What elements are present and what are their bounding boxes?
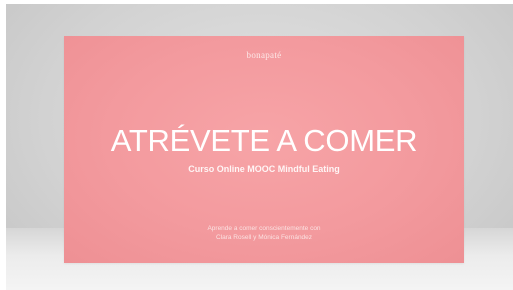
course-description: Aprende a comer conscientemente con Clar… — [64, 225, 464, 242]
course-title: ATRÉVETE A COMER — [110, 123, 418, 158]
description-line-1: Aprende a comer conscientemente con — [207, 225, 321, 232]
brand-logo-text: bonapaté — [246, 50, 282, 60]
course-title-card[interactable]: bonapaté ATRÉVETE A COMER Curso Online M… — [64, 36, 464, 263]
backdrop: bonapaté ATRÉVETE A COMER Curso Online M… — [6, 4, 513, 290]
description-line-2: Clara Rosell y Mónica Fernández — [215, 233, 313, 241]
course-subtitle: Curso Online MOOC Mindful Eating — [188, 164, 340, 174]
video-thumbnail-frame: bonapaté ATRÉVETE A COMER Curso Online M… — [0, 0, 513, 290]
